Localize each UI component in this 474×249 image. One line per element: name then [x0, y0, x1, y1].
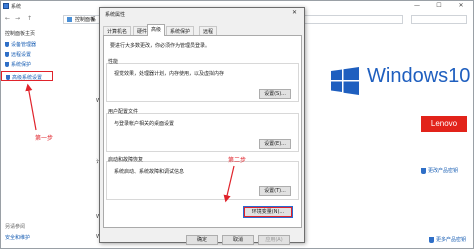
see-also-heading: 另请参阅	[5, 224, 26, 230]
advanced-system-settings-link[interactable]: 高级系统设置	[1, 71, 53, 81]
remote-settings-label: 远程设置	[11, 52, 32, 58]
minimize-button[interactable]: —	[409, 2, 425, 10]
windows-10-wordmark: Windows10	[367, 65, 471, 87]
performance-heading: 性能	[108, 59, 119, 65]
apply-button[interactable]: 应用(A)	[258, 235, 290, 245]
shield-icon	[6, 75, 10, 80]
forward-button[interactable]: →	[15, 15, 20, 22]
user-profiles-description: 与登录帐户相关的桌面设置	[114, 121, 175, 127]
system-protection-link[interactable]: 系统保护	[5, 61, 31, 68]
lenovo-logo: Lenovo	[421, 116, 467, 132]
system-app-icon	[3, 3, 9, 9]
device-manager-link[interactable]: 设备管理器	[5, 41, 36, 48]
startup-recovery-description: 系统启动、系统故障和调试信息	[114, 169, 185, 175]
environment-variables-button[interactable]: 环境变量(N)...	[243, 206, 293, 218]
shield-icon	[5, 42, 9, 47]
advanced-system-settings-label: 高级系统设置	[12, 75, 43, 81]
system-properties-dialog: 系统属性 ✕ 计算机名 硬件 高级 系统保护 远程 要进行大多数更改，你必须作为…	[99, 7, 305, 245]
shield-icon	[5, 62, 9, 67]
remote-settings-link[interactable]: 远程设置	[5, 51, 31, 58]
dialog-tabs: 计算机名 硬件 高级 系统保护 远程	[103, 24, 303, 36]
tab-computer-name[interactable]: 计算机名	[103, 26, 132, 35]
window-title: 系统	[11, 4, 22, 10]
change-product-key-link[interactable]: 更改产品密钥	[428, 167, 458, 174]
up-button[interactable]: ↑	[27, 15, 32, 22]
startup-recovery-heading: 启动和故障恢复	[108, 157, 144, 163]
control-panel-home-link[interactable]: 控制面板主页	[5, 30, 35, 37]
maximize-button[interactable]: ☐	[431, 2, 447, 10]
admin-note: 要进行大多数更改，你必须作为管理员登录。	[110, 43, 211, 49]
shield-icon	[429, 237, 434, 243]
performance-settings-button[interactable]: 设置(S)...	[259, 89, 291, 99]
close-button[interactable]: ✕	[453, 2, 469, 10]
shield-icon	[5, 52, 9, 57]
more-product-key-link[interactable]: 更多产品密钥	[436, 236, 466, 243]
search-input[interactable]	[411, 15, 467, 24]
security-maintenance-link[interactable]: 安全和维护	[5, 234, 30, 241]
back-button[interactable]: ←	[5, 15, 10, 22]
cancel-button[interactable]: 取消	[222, 235, 254, 245]
breadcrumb-separator: ›	[85, 16, 87, 22]
breadcrumb-system[interactable]: 系	[91, 16, 96, 23]
dialog-title: 系统属性	[105, 12, 126, 18]
user-profiles-settings-button[interactable]: 设置(E)...	[259, 139, 291, 149]
startup-recovery-settings-button[interactable]: 设置(T)...	[259, 186, 291, 196]
shield-icon	[421, 168, 426, 174]
user-profiles-heading: 用户配置文件	[108, 109, 139, 115]
windows-logo-icon	[331, 67, 359, 95]
ok-button[interactable]: 确定	[186, 235, 218, 245]
tab-system-protection[interactable]: 系统保护	[166, 26, 195, 35]
dialog-close-button[interactable]: ✕	[292, 9, 297, 16]
device-manager-label: 设备管理器	[11, 42, 37, 48]
step2-annotation: 第二步	[228, 157, 247, 164]
step1-annotation: 第一步	[35, 135, 54, 142]
tab-remote[interactable]: 远程	[199, 26, 218, 35]
control-panel-icon	[67, 17, 72, 22]
system-protection-label: 系统保护	[11, 62, 32, 68]
performance-description: 视觉效果，处理器计划，内存使用，以及虚拟内存	[114, 71, 225, 77]
tab-advanced[interactable]: 高级	[147, 24, 166, 36]
